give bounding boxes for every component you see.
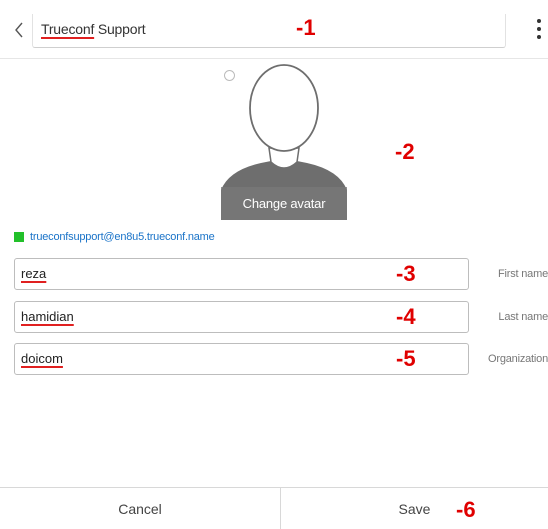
divider <box>0 58 548 59</box>
back-button[interactable] <box>8 14 30 46</box>
first-name-label: First name <box>498 268 548 280</box>
annotation-5: -5 <box>396 346 416 371</box>
annotation-3: -3 <box>396 261 416 286</box>
chat-title-field[interactable]: Trueconf Support <box>32 14 506 48</box>
last-name-value: hamidian <box>21 309 74 324</box>
change-avatar-button[interactable]: Change avatar <box>221 187 347 220</box>
last-name-label: Last name <box>498 311 548 323</box>
annotation-2: -2 <box>395 139 415 164</box>
organization-value: doicom <box>21 351 63 366</box>
online-status-icon <box>14 232 24 242</box>
status-row: trueconfsupport@en8u5.trueconf.name <box>14 230 215 244</box>
top-bar: Trueconf Support <box>0 0 548 58</box>
more-vertical-icon[interactable] <box>532 14 546 44</box>
page-title: Trueconf Support <box>41 21 146 37</box>
first-name-value: reza <box>21 266 47 281</box>
user-id-email: trueconfsupport@en8u5.trueconf.name <box>30 231 215 243</box>
chevron-left-icon <box>15 22 23 38</box>
annotation-4: -4 <box>396 304 416 329</box>
save-button[interactable]: Save <box>281 488 548 529</box>
annotation-1: -1 <box>296 15 316 40</box>
organization-label: Organization <box>488 353 548 365</box>
cancel-button[interactable]: Cancel <box>0 488 280 529</box>
annotation-6: -6 <box>456 497 476 522</box>
